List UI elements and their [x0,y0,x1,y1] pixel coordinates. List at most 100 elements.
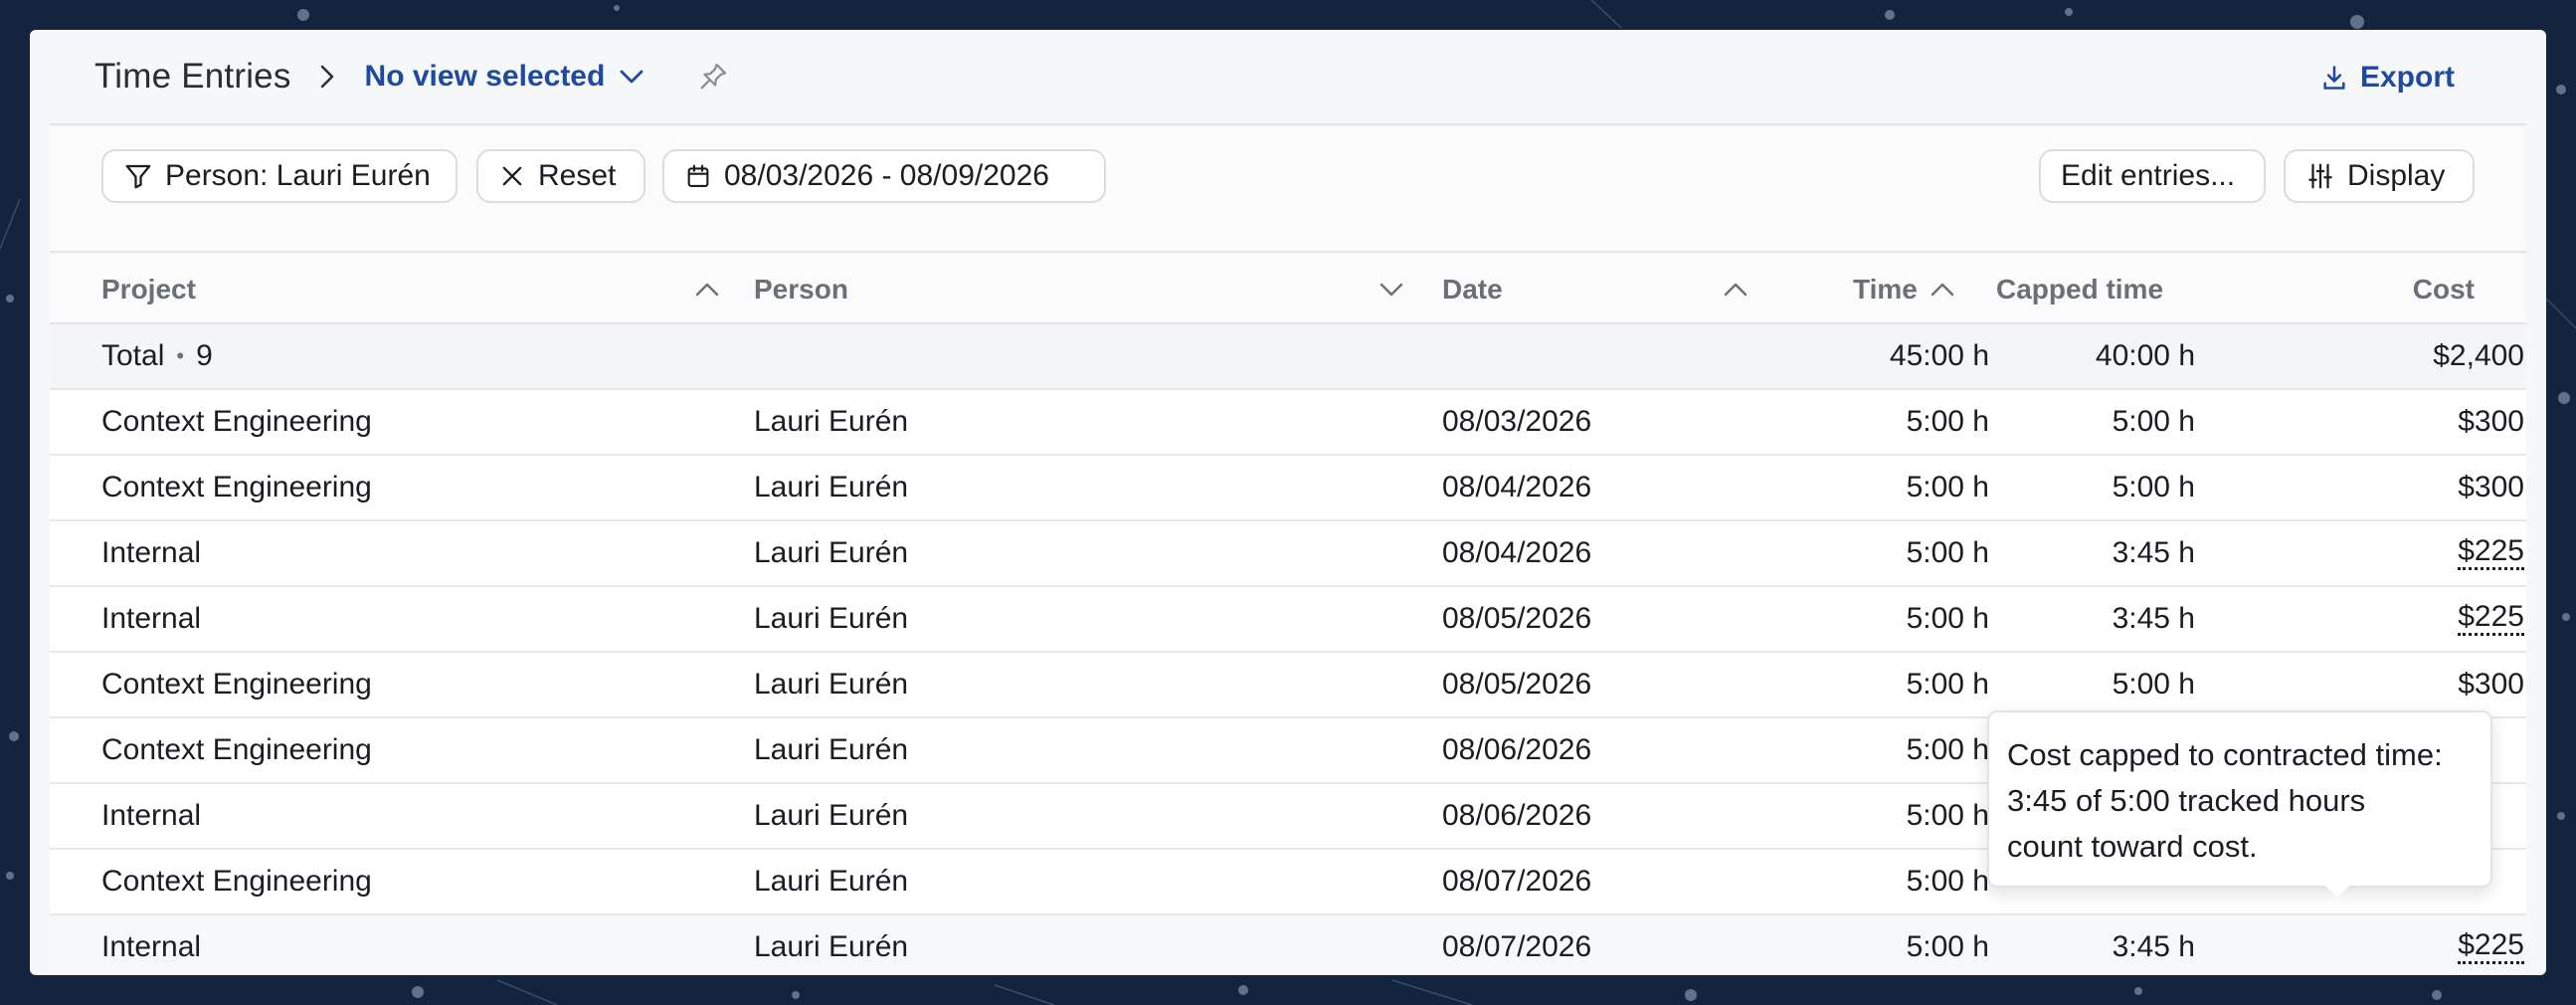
cell-time: 5:00 h [1906,865,1989,898]
display-button[interactable]: Display [2284,149,2475,203]
download-icon [2323,66,2345,90]
table-row[interactable]: Internal Lauri Eurén 08/04/2026 5:00 h 3… [50,521,2526,587]
cell-person: Lauri Eurén [754,405,909,438]
cell-capped-time: 5:00 h [2112,405,2195,438]
display-label: Display [2347,159,2446,192]
cell-capped-time: 3:45 h [2112,536,2195,569]
reset-label: Reset [538,159,617,192]
cell-project: Internal [101,602,202,635]
tooltip-line-1: Cost capped to contracted time: [2007,737,2443,772]
view-selector-label: No view selected [364,60,606,93]
table-row[interactable]: Internal Lauri Eurén 08/05/2026 5:00 h 3… [50,587,2526,653]
cell-person: Lauri Eurén [754,471,909,503]
cell-cost: $300 [2458,471,2524,503]
cell-capped-time: 3:45 h [2112,930,2195,963]
tooltip-line-3: count toward cost. [2007,829,2258,864]
export-button[interactable]: Export [2320,30,2455,125]
cell-project: Context Engineering [101,733,372,766]
cell-person: Lauri Eurén [754,602,909,635]
cell-cost: $300 [2458,668,2524,701]
total-cost: $2,400 [2433,339,2524,372]
cell-person: Lauri Eurén [754,668,909,701]
cell-time: 5:00 h [1906,668,1989,701]
capped-cost-value[interactable]: $225 [2458,536,2524,570]
cell-project: Internal [101,799,202,832]
cell-date: 08/04/2026 [1442,471,1592,503]
table-row[interactable]: Context Engineering Lauri Eurén 08/05/20… [50,653,2526,718]
export-label: Export [2359,61,2455,94]
cell-person: Lauri Eurén [754,865,909,898]
tooltip-arrow [2325,886,2349,898]
sliders-icon [2308,163,2332,189]
column-header-time[interactable]: Time [1853,255,1918,324]
total-count: 9 [196,339,213,372]
cell-cost[interactable]: $225 [2238,915,2524,975]
cell-project: Context Engineering [101,471,372,503]
cell-time: 5:00 h [1906,536,1989,569]
cell-cost: $300 [2458,405,2524,438]
close-icon [502,166,522,186]
capped-cost-value[interactable]: $225 [2458,930,2524,964]
cell-date: 08/06/2026 [1442,733,1592,766]
cell-person: Lauri Eurén [754,799,909,832]
column-header-cost[interactable]: Cost [2413,255,2475,324]
cell-capped-time: 5:00 h [2112,471,2195,503]
cell-cost[interactable]: $225 [2238,521,2524,585]
total-label: Total [101,339,165,372]
filter-toolbar: Person: Lauri Eurén Reset 08/03/2026 - 0… [50,127,2526,253]
cell-time: 5:00 h [1906,405,1989,438]
cell-date: 08/07/2026 [1442,865,1592,898]
cell-time: 5:00 h [1906,602,1989,635]
sort-ascending-icon[interactable] [1723,255,1748,324]
cell-cost[interactable]: $225 [2238,587,2524,651]
cell-project: Context Engineering [101,405,372,438]
edit-entries-label: Edit entries... [2061,159,2236,192]
cell-person: Lauri Eurén [754,733,909,766]
cell-person: Lauri Eurén [754,930,909,963]
table-row[interactable]: Context Engineering Lauri Eurén 08/03/20… [50,390,2526,456]
person-filter-chip[interactable]: Person: Lauri Eurén [101,149,458,203]
chevron-down-icon[interactable] [1379,255,1404,324]
sort-ascending-icon[interactable] [1930,255,1955,324]
cell-time: 5:00 h [1906,930,1989,963]
cell-time: 5:00 h [1906,733,1989,766]
cell-time: 5:00 h [1906,471,1989,503]
cell-date: 08/06/2026 [1442,799,1592,832]
column-header-person[interactable]: Person [754,255,848,324]
date-range-label: 08/03/2026 - 08/09/2026 [724,159,1049,192]
column-header-capped-time[interactable]: Capped time [1996,255,2163,324]
person-filter-label: Person: Lauri Eurén [165,159,431,192]
table-header: Project Person Date Time Capped time Cos… [50,255,2526,324]
chevron-down-icon [620,70,644,84]
chevron-right-icon [317,63,337,91]
calendar-icon [687,164,709,187]
cell-date: 08/05/2026 [1442,602,1592,635]
date-range-picker[interactable]: 08/03/2026 - 08/09/2026 [662,149,1106,203]
page-title: Time Entries [94,57,291,96]
cell-date: 08/03/2026 [1442,405,1592,438]
cell-capped-time: 5:00 h [2112,668,2195,701]
header-bar: Time Entries No view selected Export [50,30,2526,125]
cell-project: Context Engineering [101,865,372,898]
cell-project: Internal [101,536,202,569]
cell-capped-time: 3:45 h [2112,602,2195,635]
cost-cap-tooltip: Cost capped to contracted time: 3:45 of … [1987,710,2492,888]
total-row: Total • 9 45:00 h 40:00 h $2,400 [50,324,2526,390]
capped-cost-value[interactable]: $225 [2458,602,2524,636]
view-selector[interactable]: No view selected [365,60,645,94]
cell-project: Context Engineering [101,668,372,701]
column-header-project[interactable]: Project [101,255,196,324]
separator-dot-icon: • [176,343,185,368]
edit-entries-button[interactable]: Edit entries... [2039,149,2266,203]
cell-date: 08/04/2026 [1442,536,1592,569]
sort-ascending-icon[interactable] [694,255,720,324]
column-header-date[interactable]: Date [1442,255,1503,324]
reset-button[interactable]: Reset [476,149,645,203]
table-row[interactable]: Internal Lauri Eurén 08/07/2026 5:00 h 3… [50,915,2526,975]
pin-icon[interactable] [696,60,730,94]
table-row[interactable]: Context Engineering Lauri Eurén 08/04/20… [50,456,2526,521]
cell-project: Internal [101,930,202,963]
tooltip-line-2: 3:45 of 5:00 tracked hours [2007,783,2366,818]
total-time: 45:00 h [1889,339,1989,372]
filter-icon [125,164,151,189]
